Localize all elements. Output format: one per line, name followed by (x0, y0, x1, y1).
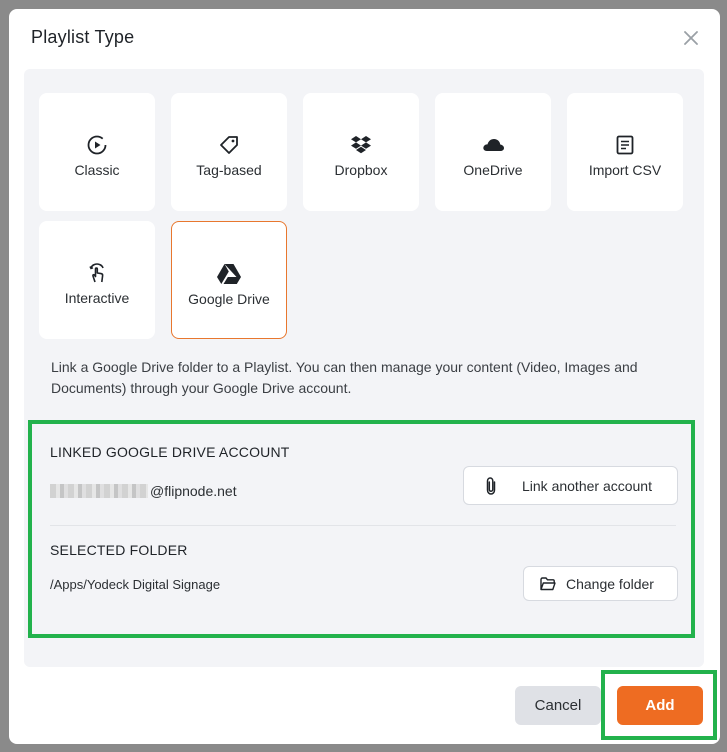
touch-icon (39, 261, 155, 285)
section-divider (50, 525, 676, 526)
change-folder-label: Change folder (566, 575, 654, 592)
linked-account-section: LINKED GOOGLE DRIVE ACCOUNT @flipnode.ne… (28, 420, 695, 638)
tile-label: OneDrive (463, 162, 523, 178)
description-text: Link a Google Drive folder to a Playlist… (51, 359, 638, 396)
tile-label: Interactive (64, 290, 130, 306)
tag-icon (171, 133, 287, 157)
selected-folder-heading: SELECTED FOLDER (50, 542, 188, 558)
tile-label: Google Drive (188, 291, 270, 307)
tile-onedrive[interactable]: OneDrive (435, 93, 551, 211)
dialog-header: Playlist Type (9, 9, 720, 69)
dialog-title: Playlist Type (31, 27, 135, 47)
tile-label: Import CSV (588, 162, 662, 178)
google-drive-icon (172, 262, 286, 286)
tile-label: Tag-based (196, 162, 262, 178)
paperclip-icon (484, 477, 498, 498)
change-folder-button[interactable]: Change folder (523, 566, 678, 601)
tile-label: Classic (74, 162, 120, 178)
redacted-email-user (50, 484, 148, 498)
folder-path: /Apps/Yodeck Digital Signage (50, 577, 221, 592)
email-domain: @flipnode.net (150, 483, 237, 499)
account-email: @flipnode.net (50, 483, 237, 499)
folder-icon (540, 577, 556, 594)
tile-tag-based[interactable]: Tag-based (171, 93, 287, 211)
tile-import-csv[interactable]: Import CSV (567, 93, 683, 211)
dropbox-icon (303, 133, 419, 157)
link-another-account-label: Link another account (522, 477, 652, 494)
tile-classic[interactable]: Classic (39, 93, 155, 211)
close-icon[interactable] (680, 27, 702, 49)
tile-google-drive[interactable]: Google Drive (171, 221, 287, 339)
dialog-body: Classic Tag-based Dropbox OneDrive Impor… (24, 69, 704, 667)
play-circle-icon (39, 133, 155, 157)
playlist-type-dialog: Playlist Type Classic Tag-based Dropbox (9, 9, 720, 744)
tile-dropbox[interactable]: Dropbox (303, 93, 419, 211)
cancel-button[interactable]: Cancel (515, 686, 601, 725)
linked-account-heading: LINKED GOOGLE DRIVE ACCOUNT (50, 444, 290, 460)
tile-label: Dropbox (334, 162, 388, 178)
document-icon (567, 133, 683, 157)
add-button[interactable]: Add (617, 686, 703, 725)
link-another-account-button[interactable]: Link another account (463, 466, 678, 505)
tile-interactive[interactable]: Interactive (39, 221, 155, 339)
cloud-icon (435, 133, 551, 157)
